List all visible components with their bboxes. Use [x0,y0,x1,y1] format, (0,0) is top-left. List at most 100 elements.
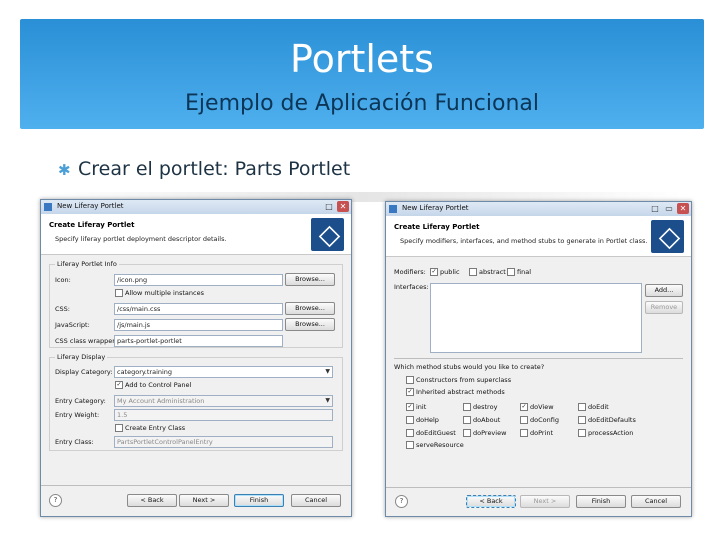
final-checkbox[interactable] [507,268,515,276]
entry-category-select[interactable]: My Account Administration ▼ [114,395,333,407]
liferay-logo-icon [311,218,344,251]
maximize-icon[interactable]: □ [649,203,661,214]
window-app-icon [389,205,397,213]
inherited-label: Inherited abstract methods [416,388,505,396]
method-checkbox[interactable]: ✓ [520,403,528,411]
window-title: New Liferay Portlet [402,204,469,212]
abstract-label: abstract [479,268,506,276]
method-checkbox[interactable] [406,429,414,437]
method-label: init [416,403,427,411]
method-checkbox[interactable]: ✓ [406,403,414,411]
method-label: doHelp [416,416,439,424]
entry-weight-label: Entry Weight: [55,411,100,419]
finish-button[interactable]: Finish [234,494,284,507]
method-checkbox[interactable] [463,403,471,411]
cancel-button[interactable]: Cancel [631,495,681,508]
dialog-method-stubs: New Liferay Portlet □ ▭ ✕ Create Liferay… [385,201,692,517]
method-label: destroy [473,403,498,411]
method-checkbox[interactable] [578,416,586,424]
group-label: Liferay Display [55,353,108,361]
icon-label: Icon: [55,276,71,284]
help-icon[interactable]: ? [395,495,408,508]
entry-class-field[interactable]: PartsPortletControlPanelEntry [114,436,333,448]
create-entry-class-label: Create Entry Class [125,424,186,432]
slide-banner: Portlets Ejemplo de Aplicación Funcional [20,19,704,129]
method-checkbox[interactable] [578,429,586,437]
method-label: doEditDefaults [588,416,636,424]
back-button[interactable]: < Back [466,495,516,508]
allow-multiple-label: Allow multiple instances [125,289,204,297]
method-label: serveResource [416,441,464,449]
method-label: doAbout [473,416,501,424]
method-label: doEdit [588,403,609,411]
next-button[interactable]: Next > [179,494,229,507]
footer-separator [386,487,691,488]
css-wrapper-field[interactable]: parts-portlet-portlet [114,335,283,347]
entry-category-value: My Account Administration [117,397,205,405]
cancel-button[interactable]: Cancel [291,494,341,507]
titlebar: New Liferay Portlet □ ✕ [41,200,351,215]
browse-icon-button[interactable]: Browse... [285,273,335,286]
method-checkbox[interactable] [578,403,586,411]
public-checkbox[interactable]: ✓ [430,268,438,276]
footer-separator [41,485,351,486]
dropdown-arrow-icon: ▼ [325,368,330,375]
method-checkbox[interactable] [520,416,528,424]
dialog-header: Create Liferay Portlet Specify liferay p… [41,214,351,255]
method-label: doEditGuest [416,429,456,437]
dialog-portlet-info: New Liferay Portlet □ ✕ Create Liferay P… [40,199,352,517]
css-field[interactable]: /css/main.css [114,303,283,315]
modifiers-label: Modifiers: [394,268,426,276]
maximize-icon[interactable]: □ [323,201,335,212]
method-checkbox[interactable] [406,441,414,449]
public-label: public [440,268,460,276]
browse-js-button[interactable]: Browse... [285,318,335,331]
interfaces-label: Interfaces: [394,283,429,291]
help-icon[interactable]: ? [49,494,62,507]
method-label: doConfig [530,416,559,424]
finish-button[interactable]: Finish [576,495,626,508]
remove-interface-button[interactable]: Remove [645,301,683,314]
constructors-checkbox[interactable] [406,376,414,384]
icon-field[interactable]: /icon.png [114,274,283,286]
add-control-panel-checkbox[interactable]: ✓ [115,381,123,389]
method-checkbox[interactable] [463,416,471,424]
method-checkbox[interactable] [406,416,414,424]
method-label: doView [530,403,554,411]
interfaces-list[interactable] [430,283,642,353]
next-button[interactable]: Next > [520,495,570,508]
create-entry-class-checkbox[interactable] [115,424,123,432]
dropdown-arrow-icon: ▼ [325,397,330,404]
close-icon[interactable]: ✕ [337,201,349,212]
js-field[interactable]: /js/main.js [114,319,283,331]
close-icon[interactable]: ✕ [677,203,689,214]
back-button[interactable]: < Back [127,494,177,507]
allow-multiple-checkbox[interactable] [115,289,123,297]
header-description: Specify modifiers, interfaces, and metho… [400,237,648,245]
add-control-panel-label: Add to Control Panel [125,381,192,389]
browse-css-button[interactable]: Browse... [285,302,335,315]
final-label: final [517,268,532,276]
group-label: Liferay Portlet Info [55,260,119,268]
entry-weight-field[interactable]: 1.5 [114,409,333,421]
restore-icon[interactable]: ▭ [663,203,675,214]
abstract-checkbox[interactable] [469,268,477,276]
entry-category-label: Entry Category: [55,397,106,405]
header-title: Create Liferay Portlet [49,221,135,229]
titlebar: New Liferay Portlet □ ▭ ✕ [386,202,691,217]
method-checkbox[interactable] [520,429,528,437]
dialog-header: Create Liferay Portlet Specify modifiers… [386,216,691,257]
method-checkbox[interactable] [463,429,471,437]
slide-title: Portlets [290,37,434,81]
slide-subtitle: Ejemplo de Aplicación Funcional [185,91,539,116]
css-label: CSS: [55,305,70,313]
display-category-select[interactable]: category.training ▼ [114,366,333,378]
inherited-checkbox[interactable]: ✓ [406,388,414,396]
section-separator [394,358,683,359]
window-app-icon [44,203,52,211]
method-stubs-question: Which method stubs would you like to cre… [394,363,545,371]
liferay-logo-icon [651,220,684,253]
add-interface-button[interactable]: Add... [645,284,683,297]
header-description: Specify liferay portlet deployment descr… [55,235,227,243]
entry-class-label: Entry Class: [55,438,94,446]
